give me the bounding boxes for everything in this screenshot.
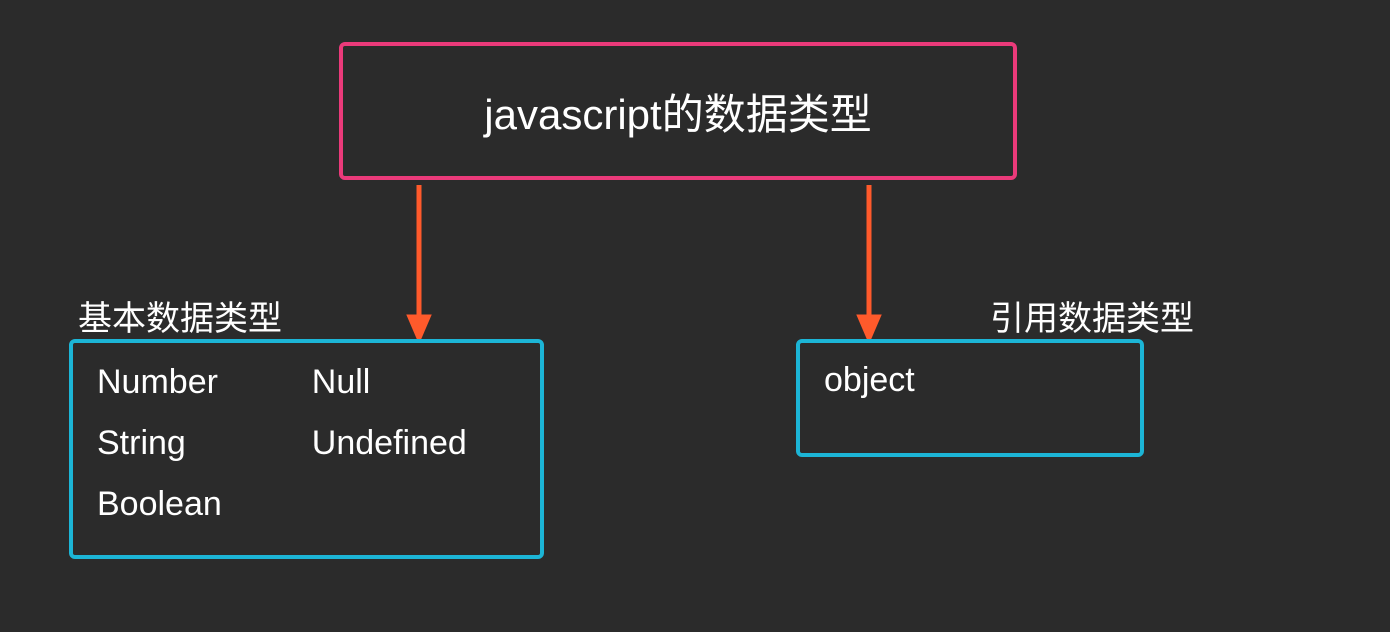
basic-types-box: Number String Boolean Null Undefined [69,339,544,559]
type-object: object [824,361,915,399]
type-null: Null [312,363,467,402]
type-number: Number [97,363,222,402]
basic-col-2: Null Undefined [302,363,467,524]
arrow-left [404,185,434,343]
type-boolean: Boolean [97,485,222,524]
root-node: javascript的数据类型 [339,42,1017,180]
reference-types-box: object [796,339,1144,457]
type-string: String [97,424,222,463]
basic-col-1: Number String Boolean [97,363,222,524]
root-title: javascript的数据类型 [484,81,871,142]
basic-types-label: 基本数据类型 [78,291,282,340]
arrow-right [854,185,884,343]
type-undefined: Undefined [312,424,467,463]
reference-types-label: 引用数据类型 [990,291,1194,340]
